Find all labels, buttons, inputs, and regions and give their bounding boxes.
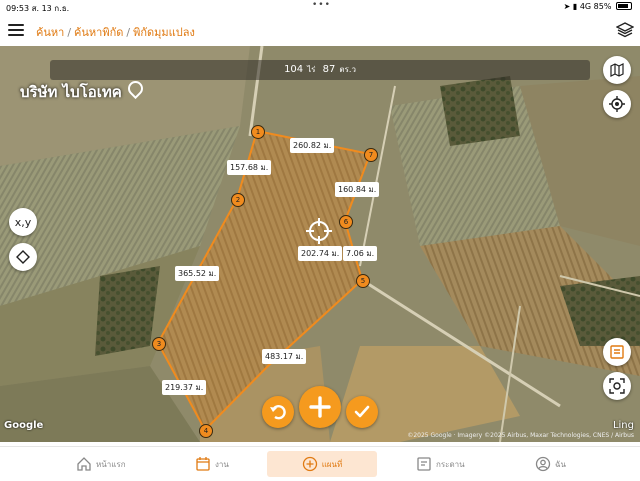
navigate-button[interactable] xyxy=(9,243,37,271)
google-logo: Google xyxy=(4,420,44,431)
undo-icon xyxy=(270,405,286,420)
map-view[interactable]: 104 ไร่ 87 ตร.ว บริษัท ไบโอเทค x,y 260.82 … xyxy=(0,46,640,442)
home-icon xyxy=(77,457,91,471)
tab-tasks[interactable]: งาน xyxy=(195,451,245,477)
tab-home[interactable]: หน้าแรก xyxy=(76,451,136,477)
vertex-marker[interactable]: 2 xyxy=(231,193,245,207)
user-icon xyxy=(535,456,551,472)
map-pin-icon xyxy=(124,77,146,100)
form-icon xyxy=(610,345,624,359)
tab-board-label: กระดาน xyxy=(436,459,465,469)
network-type: 4G xyxy=(579,2,592,11)
breadcrumb-search[interactable]: ค้นหา xyxy=(36,26,64,39)
tab-map-label: แผนที่ xyxy=(321,459,343,469)
map-view-button[interactable] xyxy=(603,56,631,84)
check-icon xyxy=(354,405,370,418)
bottom-tab-bar: หน้าแรก งาน แผนที่ กระดาน ฉัน xyxy=(0,446,640,481)
status-dots: ••• xyxy=(312,0,331,10)
edge-label: 160.84 ม. xyxy=(335,182,380,197)
edge-label: 219.37 ม. xyxy=(162,380,207,395)
edge-label: 483.17 ม. xyxy=(262,349,307,364)
area-rai: 104 xyxy=(284,64,304,75)
plus-icon xyxy=(309,396,331,418)
battery-icon xyxy=(616,2,632,10)
edge-label: 157.68 ม. xyxy=(227,160,272,175)
tab-tasks-label: งาน xyxy=(215,459,229,469)
screenshot-button[interactable] xyxy=(603,372,631,400)
layers-icon[interactable] xyxy=(616,22,634,38)
xy-button[interactable]: x,y xyxy=(9,208,37,236)
battery-percent: 85% xyxy=(593,2,612,11)
vertex-marker[interactable]: 1 xyxy=(251,125,265,139)
company-name: บริษัท ไบโอเทค xyxy=(20,83,122,101)
status-time: 09:53 xyxy=(6,4,30,13)
tab-me[interactable]: ฉัน xyxy=(535,451,575,477)
breadcrumb-search-coords[interactable]: ค้นหาพิกัด xyxy=(74,26,123,39)
diamond-icon xyxy=(16,250,30,264)
board-icon xyxy=(417,457,431,471)
location-arrow-icon: ➤ xyxy=(563,2,571,11)
breadcrumb: ค้นหา / ค้นหาพิกัด / พิกัดมุมแปลง xyxy=(36,26,195,39)
area-summary: 104 ไร่ 87 ตร.ว xyxy=(50,60,590,80)
area-wa: 87 xyxy=(322,64,336,75)
tab-home-label: หน้าแรก xyxy=(96,459,126,469)
ling-label: Ling xyxy=(612,420,634,431)
add-point-button[interactable] xyxy=(299,386,341,428)
signal-icon: ▮ xyxy=(572,2,578,11)
map-icon xyxy=(610,63,624,77)
xy-label: x,y xyxy=(14,215,32,229)
crosshair-icon xyxy=(609,96,625,112)
area-wa-unit: ตร.ว xyxy=(339,65,356,74)
satellite-imagery xyxy=(0,46,640,442)
form-button[interactable] xyxy=(603,338,631,366)
locate-button[interactable] xyxy=(603,90,631,118)
calendar-icon xyxy=(196,457,210,471)
vertex-marker[interactable]: 5 xyxy=(356,274,370,288)
company-label: บริษัท ไบโอเทค xyxy=(20,77,146,104)
edge-label: 365.52 ม. xyxy=(175,266,220,281)
map-attribution: ©2025 Google · Imagery ©2025 Airbus, Max… xyxy=(407,432,634,439)
tab-map[interactable]: แผนที่ xyxy=(267,451,377,477)
status-bar: 09:53 ส. 13 ก.ธ. ••• ➤ ▮ 4G 85% xyxy=(0,0,640,14)
center-crosshair-icon xyxy=(306,218,332,244)
vertex-marker[interactable]: 6 xyxy=(339,215,353,229)
edge-label: 260.82 ม. xyxy=(290,138,335,153)
vertex-marker[interactable]: 4 xyxy=(199,424,213,438)
tab-board[interactable]: กระดาน xyxy=(416,451,476,477)
camera-frame-icon xyxy=(609,378,625,394)
edge-label: 202.74 ม. xyxy=(298,246,343,261)
undo-button[interactable] xyxy=(262,396,294,428)
edge-label: 7.06 ม. xyxy=(343,246,378,261)
tab-me-label: ฉัน xyxy=(555,459,566,469)
confirm-button[interactable] xyxy=(346,396,378,428)
status-date: ส. 13 ก.ธ. xyxy=(31,4,70,13)
menu-icon[interactable] xyxy=(8,24,24,36)
top-bar: ค้นหา / ค้นหาพิกัด / พิกัดมุมแปลง xyxy=(0,14,640,46)
breadcrumb-plot-corners: พิกัดมุมแปลง xyxy=(133,26,195,39)
status-right: ➤ ▮ 4G 85% xyxy=(564,2,632,11)
area-rai-unit: ไร่ xyxy=(307,65,316,74)
vertex-marker[interactable]: 7 xyxy=(364,148,378,162)
vertex-marker[interactable]: 3 xyxy=(152,337,166,351)
plus-circle-icon xyxy=(302,456,317,472)
